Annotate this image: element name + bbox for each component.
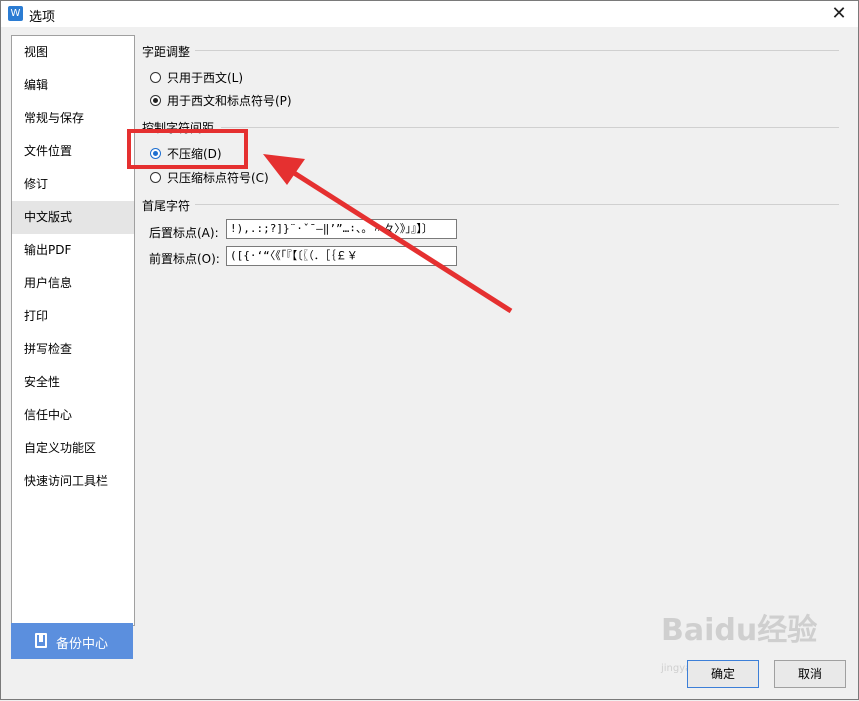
annotation-arrow bbox=[263, 154, 513, 314]
cancel-button[interactable]: 取消 bbox=[774, 660, 846, 688]
options-dialog: W 选项 ✕ 视图 编辑 常规与保存 文件位置 修订 中文版式 输出PDF 用户… bbox=[0, 0, 859, 700]
ok-button[interactable]: 确定 bbox=[687, 660, 759, 688]
watermark-logo: Baidu经验 bbox=[661, 613, 818, 648]
